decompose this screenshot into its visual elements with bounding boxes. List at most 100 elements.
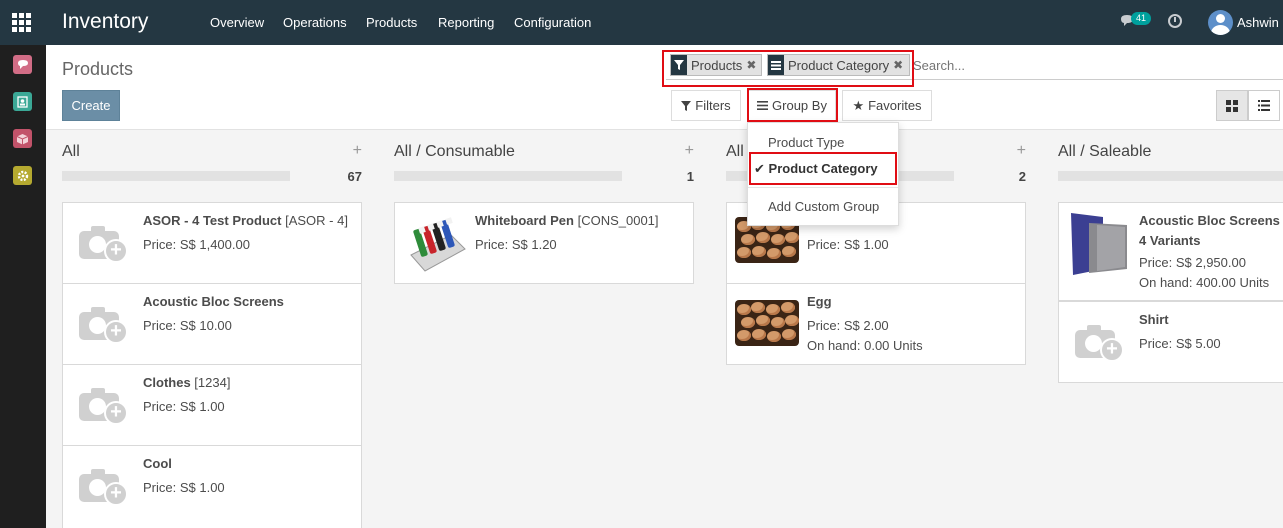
product-card[interactable]: + Acoustic Bloc Screens Price: S$ 10.00 xyxy=(62,283,362,365)
group-by-icon xyxy=(757,101,769,110)
product-price: Price: S$ 2.00 xyxy=(807,318,889,333)
contacts-icon[interactable] xyxy=(13,92,32,111)
product-name: Acoustic Bloc Screens xyxy=(143,294,284,309)
product-name: Clothes [1234] xyxy=(143,375,231,390)
chat-icon[interactable] xyxy=(13,55,32,74)
product-placeholder-image: + xyxy=(75,215,141,269)
group-by-label: Group By xyxy=(772,98,827,113)
menu-operations[interactable]: Operations xyxy=(283,15,347,30)
product-ref: [ASOR - 4] xyxy=(285,213,348,228)
page-title: Products xyxy=(62,59,134,79)
top-navbar: Inventory Overview Operations Products R… xyxy=(0,0,1283,45)
inventory-box-icon[interactable] xyxy=(13,129,32,148)
product-name: Whiteboard Pen [CONS_0001] xyxy=(475,213,659,228)
column-count: 2 xyxy=(1018,169,1026,184)
favorites-label: Favorites xyxy=(868,98,922,113)
filters-button[interactable]: Filters xyxy=(671,90,741,121)
user-name[interactable]: Ashwin xyxy=(1237,15,1279,30)
group-by-icon xyxy=(768,55,784,75)
product-card[interactable]: + Shirt Price: S$ 5.00 xyxy=(1058,301,1283,383)
add-custom-group-option[interactable]: Add Custom Group xyxy=(768,199,879,214)
product-price: Price: S$ 1.00 xyxy=(807,237,889,252)
column-progress-bar xyxy=(394,171,622,181)
whiteboard-pen-image xyxy=(407,215,473,272)
filter-icon xyxy=(681,100,692,111)
product-price: Price: S$ 1.00 xyxy=(143,399,225,414)
kanban-view-button[interactable] xyxy=(1216,90,1248,121)
product-card[interactable]: + ASOR - 4 Test Product [ASOR - 4] Price… xyxy=(62,202,362,284)
favorites-button[interactable]: ★ Favorites xyxy=(842,90,932,121)
product-on-hand: On hand: 0.00 Units xyxy=(807,338,923,353)
settings-icon[interactable] xyxy=(13,166,32,185)
groupby-option-product-type[interactable]: Product Type xyxy=(768,135,844,150)
product-ref: [CONS_0001] xyxy=(577,213,659,228)
search-input[interactable] xyxy=(913,56,1273,74)
product-ref: [1234] xyxy=(194,375,231,390)
column-title[interactable]: All / Saleable xyxy=(1058,143,1283,161)
list-view-button[interactable] xyxy=(1248,90,1280,121)
add-in-column-icon[interactable]: + xyxy=(685,142,694,160)
menu-products[interactable]: Products xyxy=(366,15,417,30)
create-button[interactable]: Create xyxy=(62,90,120,121)
kanban-column: All / Consumable + 1 Whiteboard Pen [CON… xyxy=(394,131,694,528)
remove-facet-icon[interactable]: ✖ xyxy=(893,58,907,72)
checkmark-icon: ✔ xyxy=(754,161,765,176)
star-icon: ★ xyxy=(852,97,865,113)
user-avatar[interactable] xyxy=(1208,10,1233,35)
facet-label: Product Category xyxy=(788,57,890,73)
app-title[interactable]: Inventory xyxy=(62,10,148,34)
group-by-button[interactable]: Group By xyxy=(748,90,836,121)
product-card[interactable]: + Cool Price: S$ 1.00 xyxy=(62,445,362,528)
filter-icon xyxy=(671,55,687,75)
column-count: 1 xyxy=(686,169,694,184)
kanban-column: All + 67 + ASOR - 4 Test Product [ASOR -… xyxy=(62,131,362,528)
activity-clock-icon[interactable] xyxy=(1168,14,1182,28)
product-card[interactable]: Acoustic Bloc Screens 4 Variants Price: … xyxy=(1058,202,1283,301)
facet-label: Products xyxy=(691,57,743,73)
product-name: ASOR - 4 Test Product [ASOR - 4] xyxy=(143,213,348,228)
menu-configuration[interactable]: Configuration xyxy=(514,15,591,30)
product-price: Price: S$ 1,400.00 xyxy=(143,237,250,252)
product-price: Price: S$ 1.20 xyxy=(475,237,557,252)
group-by-dropdown: Product Type ✔ Product Category Add Cust… xyxy=(747,122,899,226)
add-in-column-icon[interactable]: + xyxy=(353,142,362,160)
messages-badge: 41 xyxy=(1131,12,1152,25)
dropdown-divider xyxy=(748,187,898,188)
app-switcher-icon[interactable] xyxy=(12,13,32,33)
search-bar[interactable]: Products ✖ Product Category ✖ xyxy=(666,51,1283,80)
product-name: Egg xyxy=(807,294,832,309)
product-name: Acoustic Bloc Screens xyxy=(1139,213,1280,228)
column-progress-bar xyxy=(62,171,290,181)
column-count: 67 xyxy=(347,169,362,184)
product-placeholder-image: + xyxy=(75,296,141,350)
kanban-view: All + 67 + ASOR - 4 Test Product [ASOR -… xyxy=(46,131,1283,528)
product-price: Price: S$ 5.00 xyxy=(1139,336,1221,351)
product-placeholder-image: + xyxy=(75,458,141,512)
column-title[interactable]: All xyxy=(62,143,362,161)
egg-image xyxy=(735,300,801,354)
list-icon xyxy=(1258,100,1270,111)
product-variants: 4 Variants xyxy=(1139,233,1201,248)
product-card[interactable]: Whiteboard Pen [CONS_0001] Price: S$ 1.2… xyxy=(394,202,694,284)
product-card[interactable]: Egg Price: S$ 2.00 On hand: 0.00 Units xyxy=(726,283,1026,365)
menu-overview[interactable]: Overview xyxy=(210,15,264,30)
filters-label: Filters xyxy=(695,98,731,113)
product-placeholder-image: + xyxy=(1071,314,1137,368)
kanban-icon xyxy=(1226,99,1238,112)
remove-facet-icon[interactable]: ✖ xyxy=(746,58,760,72)
acoustic-screens-image xyxy=(1069,211,1135,275)
product-on-hand: On hand: 400.00 Units xyxy=(1139,275,1270,290)
column-title[interactable]: All / Consumable xyxy=(394,143,694,161)
product-name: Shirt xyxy=(1139,312,1169,327)
app-sidebar xyxy=(0,45,46,528)
groupby-option-product-category[interactable]: ✔ Product Category xyxy=(754,161,878,177)
column-progress-bar xyxy=(1058,171,1283,181)
product-price: Price: S$ 10.00 xyxy=(143,318,232,333)
facet-product-category[interactable]: Product Category ✖ xyxy=(767,54,910,76)
menu-reporting[interactable]: Reporting xyxy=(438,15,494,30)
product-name: Cool xyxy=(143,456,172,471)
add-in-column-icon[interactable]: + xyxy=(1017,142,1026,160)
facet-products[interactable]: Products ✖ xyxy=(670,54,762,76)
kanban-column: All / Saleable Acoustic Bloc Screens 4 V… xyxy=(1058,131,1283,528)
product-card[interactable]: + Clothes [1234] Price: S$ 1.00 xyxy=(62,364,362,446)
